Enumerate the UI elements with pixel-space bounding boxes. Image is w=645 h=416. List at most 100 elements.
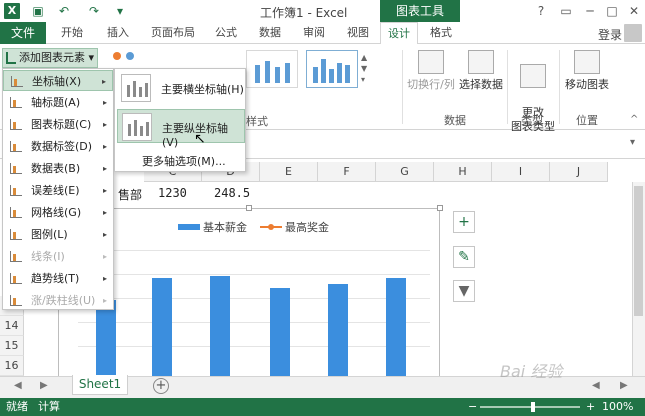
resize-handle[interactable]: [246, 205, 252, 211]
menu-item-label: 网格线(G): [31, 206, 82, 219]
move-chart-button[interactable]: 移动图表: [562, 50, 612, 92]
menu-item-gridlines[interactable]: 网格线(G) ▸: [3, 202, 113, 223]
axes-icon: [11, 76, 23, 87]
menu-item-data-table[interactable]: 数据表(B) ▸: [3, 158, 113, 179]
zoom-slider-knob[interactable]: [531, 402, 535, 412]
column-header[interactable]: E: [260, 162, 318, 182]
chart-bar[interactable]: [328, 284, 348, 376]
menu-item-label: 轴标题(A): [31, 96, 81, 109]
legend-label-salary: 基本薪金: [203, 221, 247, 234]
tab-view[interactable]: 视图: [338, 22, 378, 44]
save-icon[interactable]: ▣: [30, 3, 46, 19]
menu-item-lines: 线条(I) ▸: [3, 246, 113, 267]
zoom-level[interactable]: 100%: [602, 398, 633, 416]
select-data-icon: [468, 50, 494, 74]
sheet-tab-sheet1[interactable]: Sheet1: [72, 375, 128, 395]
scroll-thumb[interactable]: [634, 186, 643, 316]
menu-item-label: 线条(I): [31, 250, 65, 263]
zoom-in-icon[interactable]: +: [586, 398, 595, 416]
chart-bar[interactable]: [270, 288, 290, 376]
next-sheet-icon[interactable]: ▶: [40, 380, 48, 391]
tab-insert[interactable]: 插入: [98, 22, 138, 44]
tab-file[interactable]: 文件: [0, 22, 46, 44]
row-header[interactable]: 15: [0, 336, 24, 356]
customize-qat-icon[interactable]: ▾: [112, 3, 128, 19]
tab-data[interactable]: 数据: [250, 22, 290, 44]
menu-item-data-labels[interactable]: 数据标签(D) ▸: [3, 136, 113, 157]
menu-item-label: 图例(L): [31, 228, 68, 241]
menu-item-error-bars[interactable]: 误差线(E) ▸: [3, 180, 113, 201]
tab-review[interactable]: 审阅: [294, 22, 334, 44]
menu-item-label: 数据标签(D): [31, 140, 93, 153]
chart-styles-brush-icon[interactable]: ✎: [453, 246, 475, 268]
change-colors-icon[interactable]: [126, 52, 134, 60]
row-header[interactable]: 16: [0, 356, 24, 376]
submenu-item-primary-vertical[interactable]: 主要纵坐标轴(V): [117, 109, 245, 149]
error-bars-icon: [10, 185, 22, 196]
tab-home[interactable]: 开始: [52, 22, 92, 44]
chart-elements-plus-icon[interactable]: +: [453, 211, 475, 233]
quick-layout-icon[interactable]: [113, 52, 121, 60]
sign-in-link[interactable]: 登录: [598, 26, 622, 43]
column-header[interactable]: I: [492, 162, 550, 182]
redo-icon[interactable]: ↷: [86, 3, 102, 19]
switch-row-column-button[interactable]: 切换行/列: [406, 50, 456, 92]
menu-item-axis-titles[interactable]: 轴标题(A) ▸: [3, 92, 113, 113]
menu-item-legend[interactable]: 图例(L) ▸: [3, 224, 113, 245]
row-header[interactable]: 14: [0, 316, 24, 336]
chevron-down-icon: ▾: [85, 51, 95, 64]
tab-format[interactable]: 格式: [422, 22, 460, 44]
menu-item-label: 涨/跌柱线(U): [31, 294, 96, 307]
menu-item-axes[interactable]: 坐标轴(X) ▸: [3, 70, 113, 91]
zoom-out-icon[interactable]: −: [468, 398, 477, 416]
horizontal-axis-icon: [121, 74, 151, 102]
collapse-ribbon-icon[interactable]: ^: [630, 114, 638, 125]
minimize-icon[interactable]: ─: [580, 2, 600, 20]
tab-formulas[interactable]: 公式: [206, 22, 246, 44]
tab-design[interactable]: 设计: [380, 22, 418, 44]
menu-item-trendline[interactable]: 趋势线(T) ▸: [3, 268, 113, 289]
cell-bonus[interactable]: 248.5: [214, 186, 250, 200]
chevron-right-icon: ▸: [102, 208, 107, 217]
scroll-left-icon[interactable]: ◀: [592, 380, 600, 391]
column-header[interactable]: H: [434, 162, 492, 182]
chart-bar[interactable]: [152, 278, 172, 376]
select-data-button[interactable]: 选择数据: [458, 50, 504, 92]
scroll-right-icon[interactable]: ▶: [620, 380, 628, 391]
expand-formula-bar-icon[interactable]: ▾: [630, 137, 635, 148]
menu-item-chart-title[interactable]: 图表标题(C) ▸: [3, 114, 113, 135]
menu-item-label: 误差线(E): [31, 184, 80, 197]
more-axis-options[interactable]: 更多轴选项(M)...: [142, 153, 226, 169]
up-down-bars-icon: [10, 295, 22, 306]
help-icon[interactable]: ?: [531, 2, 551, 20]
chart-bar[interactable]: [96, 300, 116, 376]
resize-handle[interactable]: [437, 205, 443, 211]
chart-style-thumb[interactable]: [306, 50, 358, 88]
cell-salary[interactable]: 1230: [158, 186, 187, 200]
column-header[interactable]: G: [376, 162, 434, 182]
styles-scroll[interactable]: ▲ ▼ ▾: [361, 52, 371, 88]
chart-bar[interactable]: [386, 278, 406, 376]
chart-filters-icon[interactable]: ▼: [453, 280, 475, 302]
add-sheet-icon[interactable]: +: [153, 378, 169, 394]
add-chart-element-button[interactable]: 添加图表元素 ▾: [2, 48, 98, 68]
prev-sheet-icon[interactable]: ◀: [14, 380, 22, 391]
avatar[interactable]: [624, 24, 642, 42]
switch-row-column-label: 切换行/列: [407, 78, 455, 91]
zoom-slider[interactable]: [480, 406, 580, 408]
undo-icon[interactable]: ↶: [56, 3, 72, 19]
tab-page-layout[interactable]: 页面布局: [144, 22, 202, 44]
ribbon-display-icon[interactable]: ▭: [556, 2, 576, 20]
legend-label-bonus: 最高奖金: [285, 221, 329, 234]
chevron-right-icon: ▸: [102, 142, 107, 151]
cell-dept[interactable]: 售部: [118, 186, 142, 203]
submenu-item-primary-horizontal[interactable]: 主要横坐标轴(H): [117, 71, 245, 105]
chart-bar[interactable]: [210, 276, 230, 376]
column-header[interactable]: F: [318, 162, 376, 182]
close-icon[interactable]: ✕: [624, 2, 644, 20]
maximize-icon[interactable]: □: [602, 2, 622, 20]
column-header[interactable]: J: [550, 162, 608, 182]
chart-style-thumb[interactable]: [246, 50, 298, 88]
chevron-right-icon: ▸: [102, 296, 107, 305]
trendline-icon: [10, 273, 22, 284]
